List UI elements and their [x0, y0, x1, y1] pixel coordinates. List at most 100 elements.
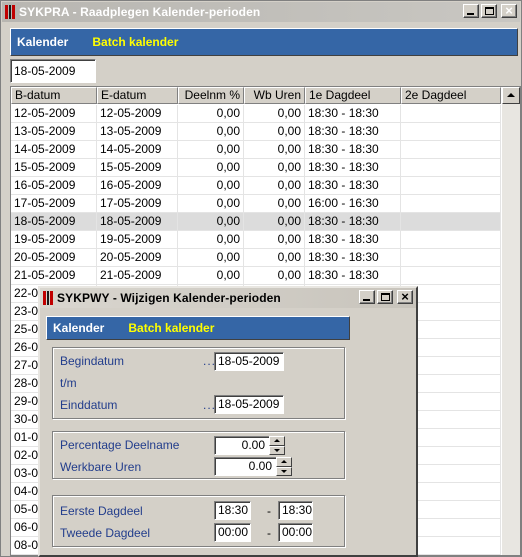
dialog-menu-batch-kalender[interactable]: Batch kalender: [128, 321, 214, 335]
column-header-e-datum[interactable]: E-datum: [97, 87, 178, 104]
table-row[interactable]: 17-05-2009 17-05-2009 0,00 0,00 16:00 - 16:3…: [11, 195, 501, 213]
eerste-dagdeel-label: Eerste Dagdeel: [60, 504, 143, 518]
minimize-button[interactable]: [463, 4, 479, 18]
column-header-b-datum[interactable]: B-datum: [11, 87, 97, 104]
table-row[interactable]: 15-05-2009 15-05-2009 0,00 0,00 18:30 - 18:3…: [11, 159, 501, 177]
cell-2e-dagdeel: [401, 195, 501, 213]
cell-2e-dagdeel: [401, 249, 501, 267]
cell-deelnm: 0,00: [178, 105, 244, 123]
dialog-title-bar[interactable]: SYKPWY - Wijzigen Kalender-perioden ×: [40, 288, 416, 308]
cell-b-datum: 21-05-2009: [11, 267, 97, 285]
werkbare-uren-spinner[interactable]: [276, 457, 292, 476]
table-row[interactable]: 19-05-2009 19-05-2009 0,00 0,00 18:30 - 18:3…: [11, 231, 501, 249]
cell-e-datum: 14-05-2009: [97, 141, 178, 159]
cell-wb-uren: 0,00: [244, 105, 305, 123]
dialog-minimize-button[interactable]: [359, 290, 375, 304]
dialog-close-button[interactable]: ×: [397, 289, 413, 304]
cell-1e-dagdeel: 18:30 - 18:30: [305, 105, 401, 123]
maximize-icon: [485, 7, 494, 15]
column-header-2e-dagdeel[interactable]: 2e Dagdeel: [401, 87, 501, 104]
menu-batch-kalender[interactable]: Batch kalender: [92, 35, 178, 49]
table-row[interactable]: 20-05-2009 20-05-2009 0,00 0,00 18:30 - 18:3…: [11, 249, 501, 267]
tweede-dagdeel-tot-field[interactable]: 00:00: [278, 523, 313, 542]
menu-kalender[interactable]: Kalender: [17, 35, 68, 49]
cell-1e-dagdeel: 18:30 - 18:30: [305, 177, 401, 195]
cell-2e-dagdeel: [401, 141, 501, 159]
column-header-wb-uren[interactable]: Wb Uren: [244, 87, 305, 104]
cell-1e-dagdeel: 18:30 - 18:30: [305, 159, 401, 177]
cell-b-datum: 13-05-2009: [11, 123, 97, 141]
cell-1e-dagdeel: 18:30 - 18:30: [305, 267, 401, 285]
cell-1e-dagdeel: 18:30 - 18:30: [305, 213, 401, 231]
table-row[interactable]: 14-05-2009 14-05-2009 0,00 0,00 18:30 - 18:3…: [11, 141, 501, 159]
cell-2e-dagdeel: [401, 213, 501, 231]
table-row[interactable]: 13-05-2009 13-05-2009 0,00 0,00 18:30 - 18:3…: [11, 123, 501, 141]
cell-deelnm: 0,00: [178, 177, 244, 195]
begindatum-field[interactable]: 18-05-2009: [214, 352, 284, 371]
cell-deelnm: 0,00: [178, 231, 244, 249]
cell-wb-uren: 0,00: [244, 231, 305, 249]
cell-e-datum: 15-05-2009: [97, 159, 178, 177]
cell-2e-dagdeel: [401, 177, 501, 195]
cell-1e-dagdeel: 18:30 - 18:30: [305, 249, 401, 267]
cell-e-datum: 12-05-2009: [97, 105, 178, 123]
dagdeel-group: Eerste Dagdeel 18:30 - 18:30 Tweede Dagd…: [52, 495, 345, 547]
column-header-deelnm[interactable]: Deelnm %: [178, 87, 244, 104]
percentage-deelname-field[interactable]: 0.00: [214, 436, 270, 455]
column-header-1e-dagdeel[interactable]: 1e Dagdeel: [305, 87, 401, 104]
dialog-menu-bar: Kalender Batch kalender: [46, 316, 350, 340]
einddatum-field[interactable]: 18-05-2009: [214, 395, 284, 414]
dialog-maximize-button[interactable]: [377, 290, 393, 304]
wijzigen-dialog: SYKPWY - Wijzigen Kalender-perioden × Ka…: [38, 286, 418, 557]
main-title-bar[interactable]: SYKPRA - Raadplegen Kalender-perioden ×: [2, 2, 520, 22]
begindatum-label: Begindatum: [60, 354, 125, 368]
table-row[interactable]: 16-05-2009 16-05-2009 0,00 0,00 18:30 - 18:3…: [11, 177, 501, 195]
spin-up-icon[interactable]: [269, 436, 285, 446]
cell-e-datum: 13-05-2009: [97, 123, 178, 141]
cell-wb-uren: 0,00: [244, 249, 305, 267]
table-row[interactable]: 21-05-2009 21-05-2009 0,00 0,00 18:30 - 18:3…: [11, 267, 501, 285]
eerste-dagdeel-tot-field[interactable]: 18:30: [278, 501, 313, 520]
cell-deelnm: 0,00: [178, 213, 244, 231]
minimize-icon: [363, 299, 370, 301]
app-icon: [5, 5, 16, 19]
date-filter-input[interactable]: 18-05-2009: [10, 59, 96, 83]
percentage-spinner[interactable]: [269, 436, 285, 455]
maximize-button[interactable]: [481, 4, 497, 18]
close-button[interactable]: ×: [501, 3, 517, 18]
cell-b-datum: 16-05-2009: [11, 177, 97, 195]
cell-2e-dagdeel: [401, 123, 501, 141]
percentage-deelname-label: Percentage Deelname: [60, 438, 180, 452]
table-row[interactable]: 12-05-2009 12-05-2009 0,00 0,00 18:30 - 18:3…: [11, 105, 501, 123]
spin-down-icon[interactable]: [269, 445, 285, 455]
cell-b-datum: 12-05-2009: [11, 105, 97, 123]
eerste-dagdeel-dash: -: [267, 504, 271, 518]
eerste-dagdeel-van-field[interactable]: 18:30: [214, 501, 251, 520]
spin-down-icon[interactable]: [276, 466, 292, 476]
cell-b-datum: 18-05-2009: [11, 213, 97, 231]
cell-deelnm: 0,00: [178, 195, 244, 213]
dialog-menu-kalender[interactable]: Kalender: [53, 321, 104, 335]
cell-wb-uren: 0,00: [244, 195, 305, 213]
tweede-dagdeel-dash: -: [267, 526, 271, 540]
tweede-dagdeel-van-field[interactable]: 00:00: [214, 523, 251, 542]
werkbare-uren-field[interactable]: 0.00: [214, 457, 277, 476]
dialog-app-icon: [43, 291, 54, 305]
deelname-group: Percentage Deelname 0.00 Werkbare Uren 0…: [52, 431, 345, 479]
table-row[interactable]: 18-05-2009 18-05-2009 0,00 0,00 18:30 - 18:3…: [11, 213, 501, 231]
cell-e-datum: 16-05-2009: [97, 177, 178, 195]
grid-vertical-scrollbar[interactable]: [502, 87, 520, 555]
cell-e-datum: 19-05-2009: [97, 231, 178, 249]
spin-up-icon[interactable]: [276, 457, 292, 467]
cell-1e-dagdeel: 16:00 - 16:30: [305, 195, 401, 213]
scroll-up-button[interactable]: [502, 87, 520, 104]
minimize-icon: [467, 13, 474, 15]
cell-deelnm: 0,00: [178, 141, 244, 159]
cell-b-datum: 17-05-2009: [11, 195, 97, 213]
close-icon: ×: [401, 289, 409, 304]
cell-b-datum: 15-05-2009: [11, 159, 97, 177]
cell-b-datum: 20-05-2009: [11, 249, 97, 267]
einddatum-label: Einddatum: [60, 398, 118, 412]
cell-1e-dagdeel: 18:30 - 18:30: [305, 231, 401, 249]
cell-2e-dagdeel: [401, 159, 501, 177]
